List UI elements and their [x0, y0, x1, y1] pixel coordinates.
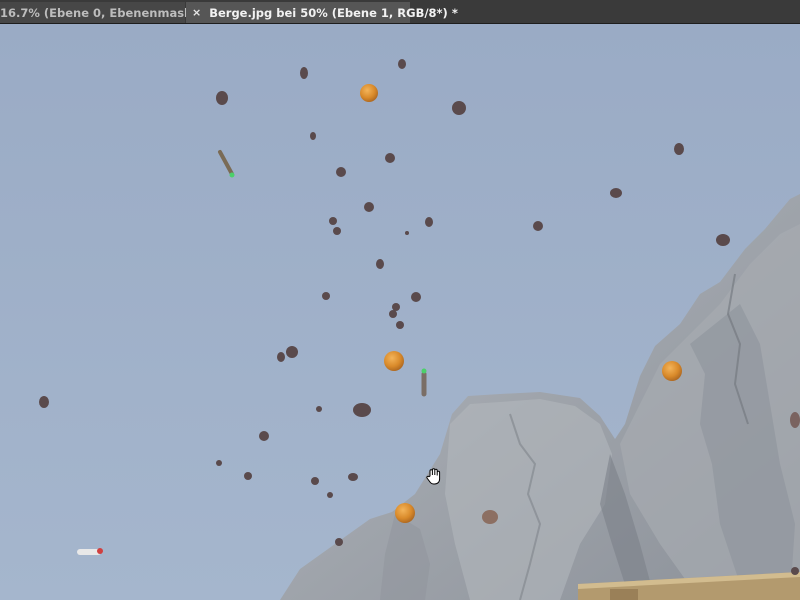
hand-tool-cursor-icon	[424, 467, 444, 487]
photo-canvas	[0, 24, 800, 600]
image-canvas[interactable]	[0, 24, 800, 600]
document-tab-bar: 16.7% (Ebene 0, Ebenenmaske/8) * × Berge…	[0, 0, 800, 24]
tab-document-berge[interactable]: × Berge.jpg bei 50% (Ebene 1, RGB/8*) *	[186, 2, 458, 23]
tab-document-berge-label: Berge.jpg bei 50% (Ebene 1, RGB/8*) *	[209, 5, 458, 20]
tab-document-1[interactable]: 16.7% (Ebene 0, Ebenenmaske/8) *	[0, 2, 227, 23]
close-icon[interactable]: ×	[192, 6, 201, 19]
